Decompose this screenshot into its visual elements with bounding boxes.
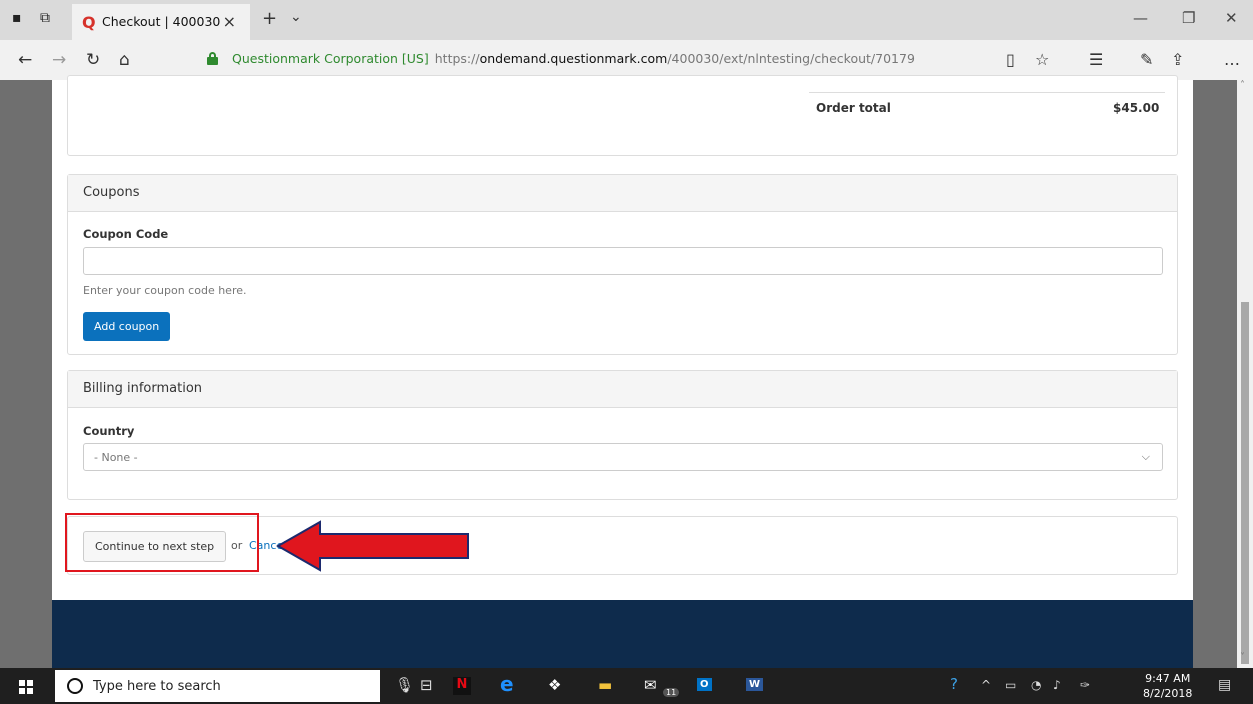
url-path: /400030/ext/nlntesting/checkout/70179 [667,51,915,66]
mail-icon[interactable]: ✉ [644,676,657,694]
annotation-highlight-box [65,513,259,572]
order-summary-panel: Order total $45.00 [67,75,1178,156]
questionmark-favicon-icon: Q [82,13,96,32]
scroll-up-icon[interactable]: ˄ [1240,80,1245,91]
pen-workspace-icon[interactable]: ✑ [1080,678,1090,692]
tab-bar: ▪ ⧉ Q Checkout | 400030 × + ⌄ — ❐ ✕ [0,0,1253,40]
word-icon[interactable]: W [746,678,764,691]
coupon-code-label: Coupon Code [83,227,169,241]
more-icon[interactable]: … [1224,50,1240,69]
clock[interactable]: 9:47 AM 8/2/2018 [1143,671,1192,701]
divider [809,92,1165,93]
pen-note-icon[interactable]: ✎ [1140,50,1153,69]
url-host: ondemand.questionmark.com [479,51,668,66]
back-icon[interactable]: ← [18,50,32,70]
add-coupon-button[interactable]: Add coupon [83,312,171,341]
task-view-icon[interactable]: ⊟ [420,676,433,694]
show-hidden-icons-icon[interactable]: ^ [981,678,991,692]
address-bar: ← → ↻ ⌂ Questionmark Corporation [US] htt… [0,40,1253,80]
taskbar-search-box[interactable]: Type here to search [55,670,380,702]
taskbar: Type here to search 🎙 ⊟ N e ❖ ▬ ✉ 11 O W… [0,668,1253,704]
favorites-hub-icon[interactable]: ☰ [1089,50,1103,69]
coupons-heading: Coupons [68,175,1177,212]
mail-badge: 11 [663,688,680,697]
chevron-down-icon[interactable]: ⌄ [290,9,302,25]
taskbar-search-placeholder: Type here to search [93,679,221,694]
country-select[interactable]: - None - ⌵ [83,443,1163,471]
dropbox-icon[interactable]: ❖ [548,676,561,694]
windows-start-icon[interactable] [19,680,33,694]
page-gutter-right [1193,80,1237,668]
minimize-icon[interactable]: — [1133,9,1148,27]
page-viewport: ˄ ˅ Order total $45.00 Coupons Coupon Co… [0,75,1253,668]
forward-icon[interactable]: → [52,50,66,70]
set-tabs-aside-icon[interactable]: ⧉ [40,10,50,26]
lock-icon [207,52,218,65]
reading-view-icon[interactable]: ▯ [1006,50,1015,69]
cortana-icon [67,678,83,694]
page-gutter-left [0,80,52,668]
clock-date: 8/2/2018 [1143,687,1193,700]
netflix-icon[interactable]: N [453,677,471,695]
scrollbar[interactable]: ˄ ˅ [1237,80,1253,668]
url-protocol: https:// [434,51,480,66]
close-window-icon[interactable]: ✕ [1225,9,1238,27]
page-footer [52,600,1193,668]
outlook-icon[interactable]: O [697,678,712,691]
url-field[interactable]: Questionmark Corporation [US] https://ond… [232,51,915,66]
billing-panel: Billing information Country - None - ⌵ [67,370,1178,500]
favorite-star-icon[interactable]: ☆ [1035,50,1049,69]
file-explorer-icon[interactable]: ▬ [598,676,612,694]
tab-actions-icon[interactable]: ▪ [12,10,22,26]
coupons-panel: Coupons Coupon Code Enter your coupon co… [67,174,1178,355]
volume-icon[interactable]: ♪ [1053,678,1061,692]
home-icon[interactable]: ⌂ [119,50,130,70]
certificate-org: Questionmark Corporation [US] [232,51,429,66]
edge-browser-icon[interactable]: e [500,672,514,696]
battery-icon[interactable]: ▭ [1005,678,1016,692]
clock-time: 9:47 AM [1145,672,1191,685]
billing-heading: Billing information [68,371,1177,408]
wifi-icon[interactable]: ◔ [1031,678,1041,692]
order-total-value: $45.00 [1113,101,1160,115]
annotation-arrow-icon [276,520,469,572]
new-tab-icon[interactable]: + [262,8,277,29]
tab-checkout[interactable]: Q Checkout | 400030 × [72,4,250,40]
scroll-down-icon[interactable]: ˅ [1240,652,1245,663]
chevron-down-icon: ⌵ [1141,450,1150,463]
notifications-icon[interactable]: ▤ [1218,677,1231,693]
order-total-label: Order total [816,101,891,115]
country-selected-value: - None - [94,451,138,464]
scrollbar-thumb[interactable] [1241,302,1249,664]
country-label: Country [83,424,135,438]
refresh-icon[interactable]: ↻ [86,50,100,70]
coupon-help-text: Enter your coupon code here. [83,284,247,297]
share-icon[interactable]: ⇪ [1171,50,1184,69]
close-tab-icon[interactable]: × [223,12,236,31]
coupon-code-input[interactable] [83,247,1163,275]
tab-title: Checkout | 400030 [102,14,221,29]
help-icon[interactable]: ? [950,675,958,693]
restore-icon[interactable]: ❐ [1182,9,1195,27]
microphone-icon[interactable]: 🎙 [395,676,414,694]
